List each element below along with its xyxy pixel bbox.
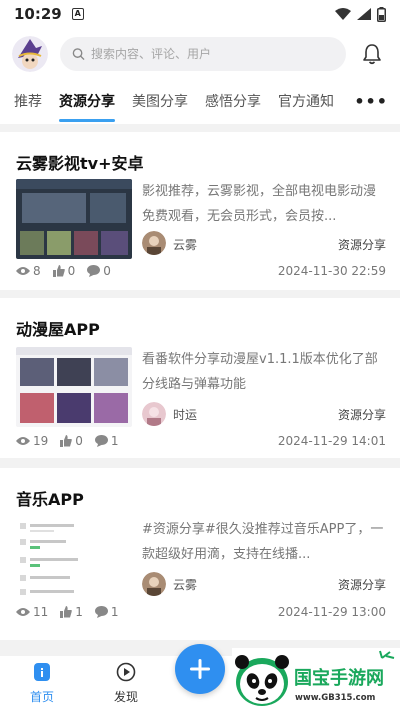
- nav-home[interactable]: 首页: [12, 662, 72, 705]
- watermark-url: www.GB315.com: [295, 693, 376, 703]
- post-date: 2024-11-29 14:01: [277, 434, 386, 448]
- panda-logo-icon: [235, 655, 289, 706]
- post-category[interactable]: 资源分享: [338, 236, 386, 253]
- comment-icon: [94, 606, 108, 618]
- site-watermark: 国宝手游网 www.GB315.com: [232, 648, 400, 710]
- author-avatar[interactable]: [142, 231, 166, 255]
- post-excerpt: 看番软件分享动漫屋v1.1.1版本优化了部分线路与弹幕功能: [142, 352, 378, 392]
- post-card[interactable]: 音乐APP #资源分享#很久没推荐过音乐APP了，一款超级好用滴，支持在线播..…: [0, 468, 400, 640]
- views-stat: 11: [16, 605, 48, 619]
- thumb-up-icon: [60, 606, 73, 618]
- search-icon: [72, 48, 85, 61]
- post-stats: 19 0 1: [16, 434, 131, 448]
- author-name[interactable]: 云雾: [173, 236, 197, 253]
- notification-a-icon: A: [71, 8, 84, 20]
- notification-button[interactable]: [360, 42, 384, 66]
- author-name[interactable]: 时运: [173, 406, 197, 423]
- post-stats: 8 0 0: [16, 264, 123, 278]
- thumb-up-icon: [52, 265, 65, 277]
- battery-icon: [377, 6, 386, 22]
- comments-count: 1: [110, 434, 119, 448]
- likes-count: 0: [75, 434, 83, 448]
- comments-stat[interactable]: 0: [87, 264, 111, 278]
- search-input[interactable]: [90, 47, 334, 61]
- search-bar[interactable]: [60, 37, 346, 71]
- views-count: 19: [33, 434, 49, 448]
- post-card[interactable]: 云雾影视tv+安卓 影视推荐，云雾影视，全部电视电影动漫免费观看，无会员形式，会…: [0, 132, 400, 290]
- likes-count: 0: [67, 264, 76, 278]
- comments-count: 1: [110, 605, 119, 619]
- author-avatar[interactable]: [142, 402, 166, 426]
- comments-count: 0: [103, 264, 111, 278]
- post-title[interactable]: 动漫屋APP: [16, 316, 100, 340]
- author-avatar[interactable]: [142, 572, 166, 596]
- post-title[interactable]: 音乐APP: [16, 486, 84, 510]
- wifi-icon: [335, 8, 351, 20]
- post-title[interactable]: 云雾影视tv+安卓: [16, 150, 144, 174]
- author-name[interactable]: 云雾: [173, 576, 197, 593]
- tab-picture-share[interactable]: 美图分享: [132, 80, 188, 124]
- post-thumbnail[interactable]: [16, 517, 132, 599]
- tab-official-notice[interactable]: 官方通知: [278, 80, 334, 124]
- post-date: 2024-11-30 22:59: [277, 264, 386, 278]
- post-excerpt: #资源分享#很久没推荐过音乐APP了，一款超级好用滴，支持在线播...: [142, 522, 384, 562]
- post-thumbnail[interactable]: [16, 347, 132, 427]
- post-thumbnail[interactable]: [16, 179, 132, 259]
- post-category[interactable]: 资源分享: [338, 406, 386, 423]
- post-date: 2024-11-29 13:00: [277, 605, 386, 619]
- nav-home-label: 首页: [29, 690, 54, 704]
- app-avatar[interactable]: [12, 36, 48, 72]
- signal-icon: [357, 8, 371, 20]
- tab-resource-share[interactable]: 资源分享: [59, 80, 115, 124]
- discover-icon: [116, 662, 136, 682]
- bell-icon: [363, 44, 381, 65]
- likes-stat[interactable]: 0: [60, 434, 83, 448]
- post-card[interactable]: 动漫屋APP 看番软件分享动漫屋v1.1.1版本优化了部分线路与弹幕功能 时运 …: [0, 298, 400, 458]
- post-stats: 11 1 1: [16, 605, 131, 619]
- more-tabs-button[interactable]: •••: [354, 80, 388, 124]
- likes-stat[interactable]: 0: [52, 264, 76, 278]
- tab-insight-share[interactable]: 感悟分享: [205, 80, 261, 124]
- post-excerpt: 影视推荐，云雾影视，全部电视电影动漫免费观看，无会员形式，会员按...: [142, 184, 377, 224]
- comments-stat[interactable]: 1: [94, 434, 119, 448]
- category-tabs: 推荐 资源分享 美图分享 感悟分享 官方通知 •••: [0, 80, 400, 124]
- likes-stat[interactable]: 1: [60, 605, 83, 619]
- post-category[interactable]: 资源分享: [338, 576, 386, 593]
- comments-stat[interactable]: 1: [94, 605, 119, 619]
- views-count: 8: [33, 264, 41, 278]
- eye-icon: [16, 437, 30, 445]
- status-time: 10:29: [14, 5, 62, 23]
- likes-count: 1: [75, 605, 83, 619]
- thumb-up-icon: [60, 435, 73, 447]
- nav-discover[interactable]: 发现: [96, 662, 156, 705]
- top-header: [0, 28, 400, 80]
- views-stat: 19: [16, 434, 48, 448]
- eye-icon: [16, 608, 30, 616]
- views-stat: 8: [16, 264, 41, 278]
- status-bar: 10:29 A: [0, 0, 400, 28]
- comment-icon: [94, 435, 108, 447]
- wizard-avatar-icon: [12, 36, 48, 72]
- home-icon: [34, 663, 50, 681]
- comment-icon: [87, 265, 101, 277]
- eye-icon: [16, 267, 30, 275]
- tab-recommend[interactable]: 推荐: [14, 80, 42, 124]
- plus-icon: [190, 659, 210, 679]
- create-post-button[interactable]: [175, 644, 225, 694]
- nav-discover-label: 发现: [113, 690, 138, 704]
- status-icons: [335, 6, 386, 22]
- watermark-brand: 国宝手游网: [294, 667, 384, 689]
- views-count: 11: [33, 605, 49, 619]
